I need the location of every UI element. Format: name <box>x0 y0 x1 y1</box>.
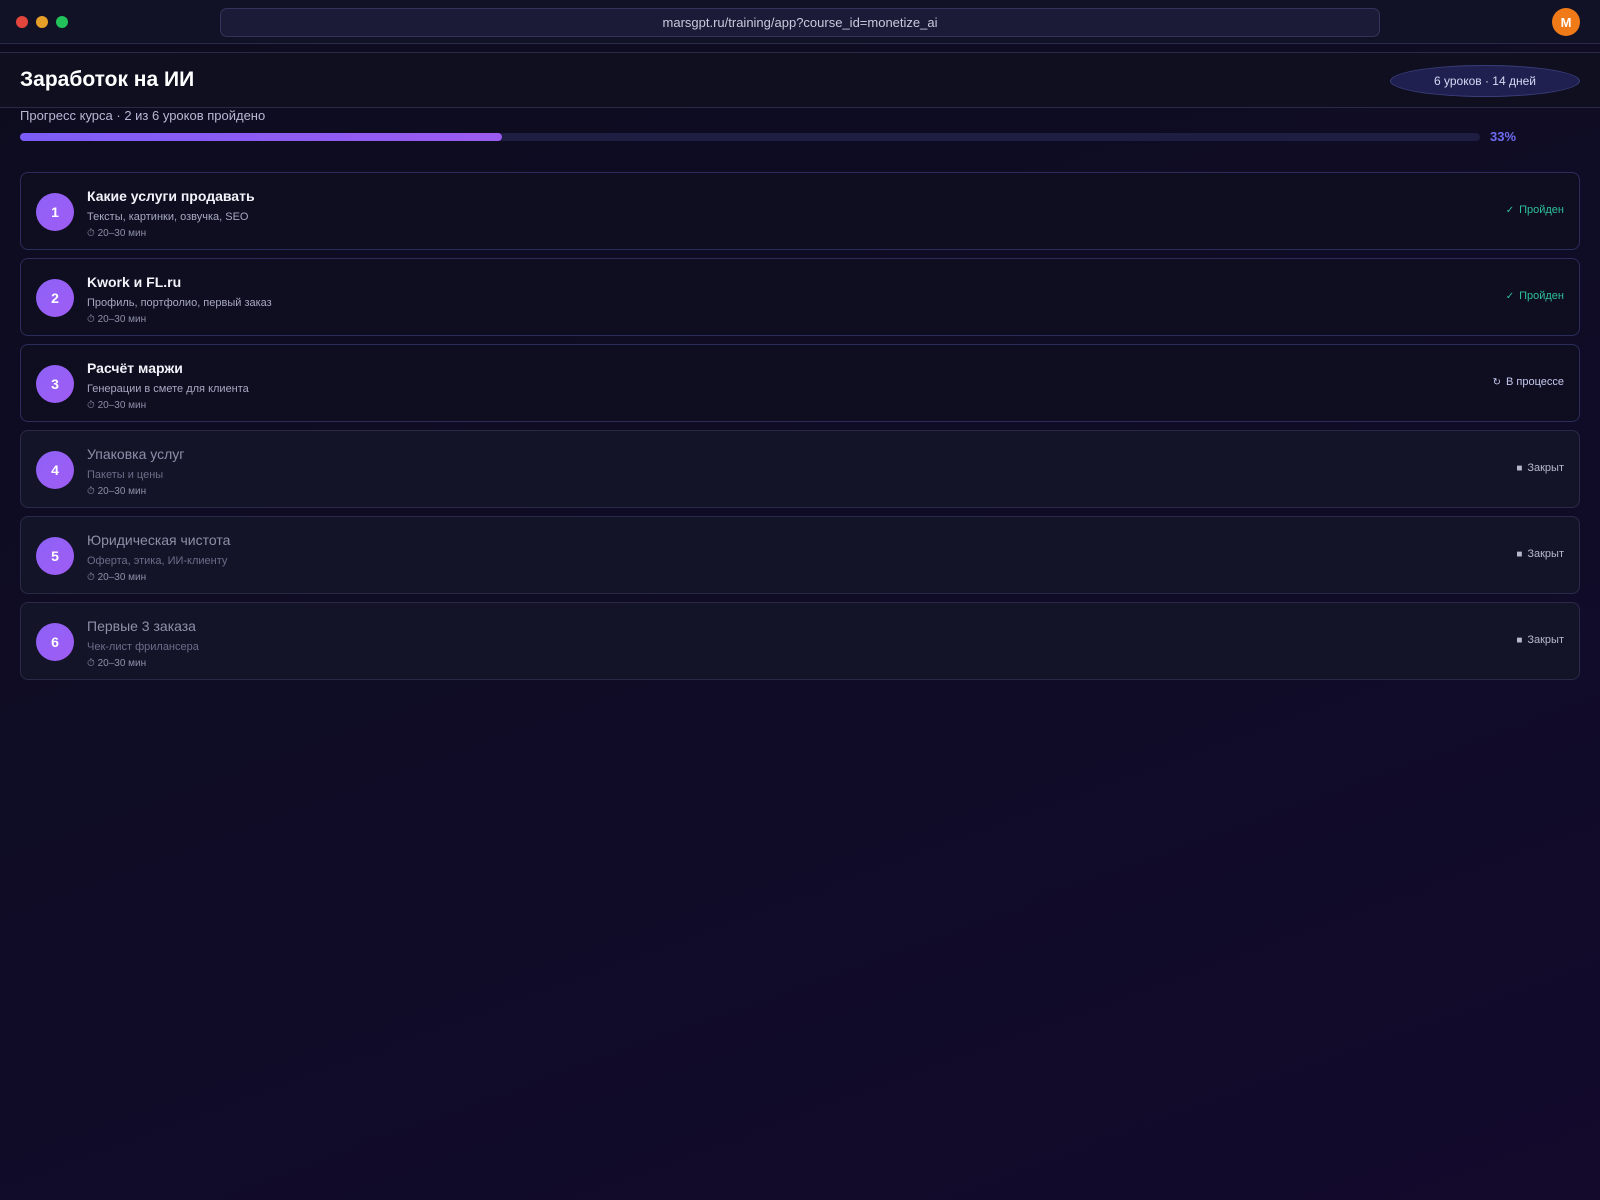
progress-bar-fill <box>20 133 502 141</box>
lesson-number: 3 <box>36 365 74 403</box>
lesson-duration-text: 20–30 мин <box>97 658 147 669</box>
lesson-subtitle: Генерации в смете для клиента <box>87 383 249 395</box>
lesson-duration: ⏱ 20–30 мин <box>87 228 146 239</box>
lesson-duration-text: 20–30 мин <box>97 228 147 239</box>
lesson-title: Kwork и FL.ru <box>87 274 182 290</box>
lesson-card[interactable]: 2 Kwork и FL.ru Профиль, портфолио, первый… <box>20 258 1580 336</box>
course-header: Заработок на ИИ 6 уроков · 14 дней <box>0 52 1600 108</box>
lesson-title: Юридическая чистота <box>87 532 231 548</box>
lesson-status: ■ Закрыт <box>1516 548 1564 560</box>
lesson-status-label: Закрыт <box>1527 462 1564 474</box>
page-title: Заработок на ИИ <box>20 68 195 91</box>
lesson-duration-text: 20–30 мин <box>97 486 147 497</box>
progress-label: Прогресс курса · 2 из 6 уроков пройдено <box>20 108 266 123</box>
lesson-duration-text: 20–30 мин <box>97 400 147 411</box>
address-bar[interactable]: marsgpt.ru/training/app?course_id=moneti… <box>220 8 1380 37</box>
clock-icon: ⏱ <box>87 572 95 583</box>
lesson-status: ✓ Пройден <box>1506 204 1564 216</box>
lock-icon: ■ <box>1516 462 1523 474</box>
lesson-card[interactable]: 1 Какие услуги продавать Тексты, картинки,… <box>20 172 1580 250</box>
lesson-card[interactable]: 3 Расчёт маржи Генерации в смете для клиен… <box>20 344 1580 422</box>
progress-percent: 33% <box>1490 129 1517 144</box>
lesson-number: 2 <box>36 279 74 317</box>
lesson-status: ■ Закрыт <box>1516 462 1564 474</box>
browser-chrome: marsgpt.ru/training/app?course_id=moneti… <box>0 0 1600 44</box>
minimize-window-button[interactable] <box>36 16 48 28</box>
avatar[interactable]: M <box>1552 8 1580 36</box>
lesson-list: 1 Какие услуги продавать Тексты, картинки,… <box>20 172 1580 688</box>
lesson-status-label: Закрыт <box>1527 634 1564 646</box>
lesson-status-label: Закрыт <box>1527 548 1564 560</box>
lock-icon: ■ <box>1516 634 1523 646</box>
lesson-duration: ⏱ 20–30 мин <box>87 314 146 325</box>
progress-bar <box>20 133 1480 141</box>
lesson-status-label: Пройден <box>1519 204 1564 216</box>
check-icon: ✓ <box>1505 204 1515 216</box>
lesson-subtitle: Профиль, портфолио, первый заказ <box>87 297 272 309</box>
lesson-status: ✓ Пройден <box>1506 290 1564 302</box>
lock-icon: ■ <box>1516 548 1523 560</box>
lesson-number: 1 <box>36 193 74 231</box>
lesson-status-label: В процессе <box>1506 376 1564 388</box>
lesson-duration: ⏱ 20–30 мин <box>87 486 146 497</box>
lesson-duration: ⏱ 20–30 мин <box>87 400 146 411</box>
lesson-subtitle: Оферта, этика, ИИ-клиенту <box>87 555 228 567</box>
lesson-card[interactable]: 5 Юридическая чистота Оферта, этика, ИИ-кл… <box>20 516 1580 594</box>
lesson-subtitle: Пакеты и цены <box>87 469 164 481</box>
lesson-duration: ⏱ 20–30 мин <box>87 658 146 669</box>
refresh-icon: ↻ <box>1492 376 1501 388</box>
lesson-card[interactable]: 6 Первые 3 заказа Чек-лист фрилансера ⏱ 20–… <box>20 602 1580 680</box>
lesson-card[interactable]: 4 Упаковка услуг Пакеты и цены ⏱ 20–30 мин ■… <box>20 430 1580 508</box>
lesson-status-label: Пройден <box>1519 290 1564 302</box>
lesson-number: 5 <box>36 537 74 575</box>
lesson-subtitle: Чек-лист фрилансера <box>87 641 199 653</box>
maximize-window-button[interactable] <box>56 16 68 28</box>
lesson-title: Первые 3 заказа <box>87 618 196 634</box>
lesson-title: Какие услуги продавать <box>87 188 255 204</box>
lesson-subtitle: Тексты, картинки, озвучка, SEO <box>87 211 249 223</box>
clock-icon: ⏱ <box>87 486 95 497</box>
lesson-number: 4 <box>36 451 74 489</box>
course-meta-badge: 6 уроков · 14 дней <box>1390 65 1580 97</box>
lesson-status: ■ Закрыт <box>1516 634 1564 646</box>
lesson-duration-text: 20–30 мин <box>97 572 147 583</box>
lesson-number: 6 <box>36 623 74 661</box>
check-icon: ✓ <box>1505 290 1515 302</box>
lesson-duration-text: 20–30 мин <box>97 314 147 325</box>
lesson-duration: ⏱ 20–30 мин <box>87 572 146 583</box>
close-window-button[interactable] <box>16 16 28 28</box>
lesson-title: Упаковка услуг <box>87 446 185 462</box>
lesson-title: Расчёт маржи <box>87 360 183 376</box>
clock-icon: ⏱ <box>87 228 95 239</box>
clock-icon: ⏱ <box>87 314 95 325</box>
lesson-status: ↻ В процессе <box>1493 376 1564 388</box>
clock-icon: ⏱ <box>87 400 95 411</box>
clock-icon: ⏱ <box>87 658 95 669</box>
